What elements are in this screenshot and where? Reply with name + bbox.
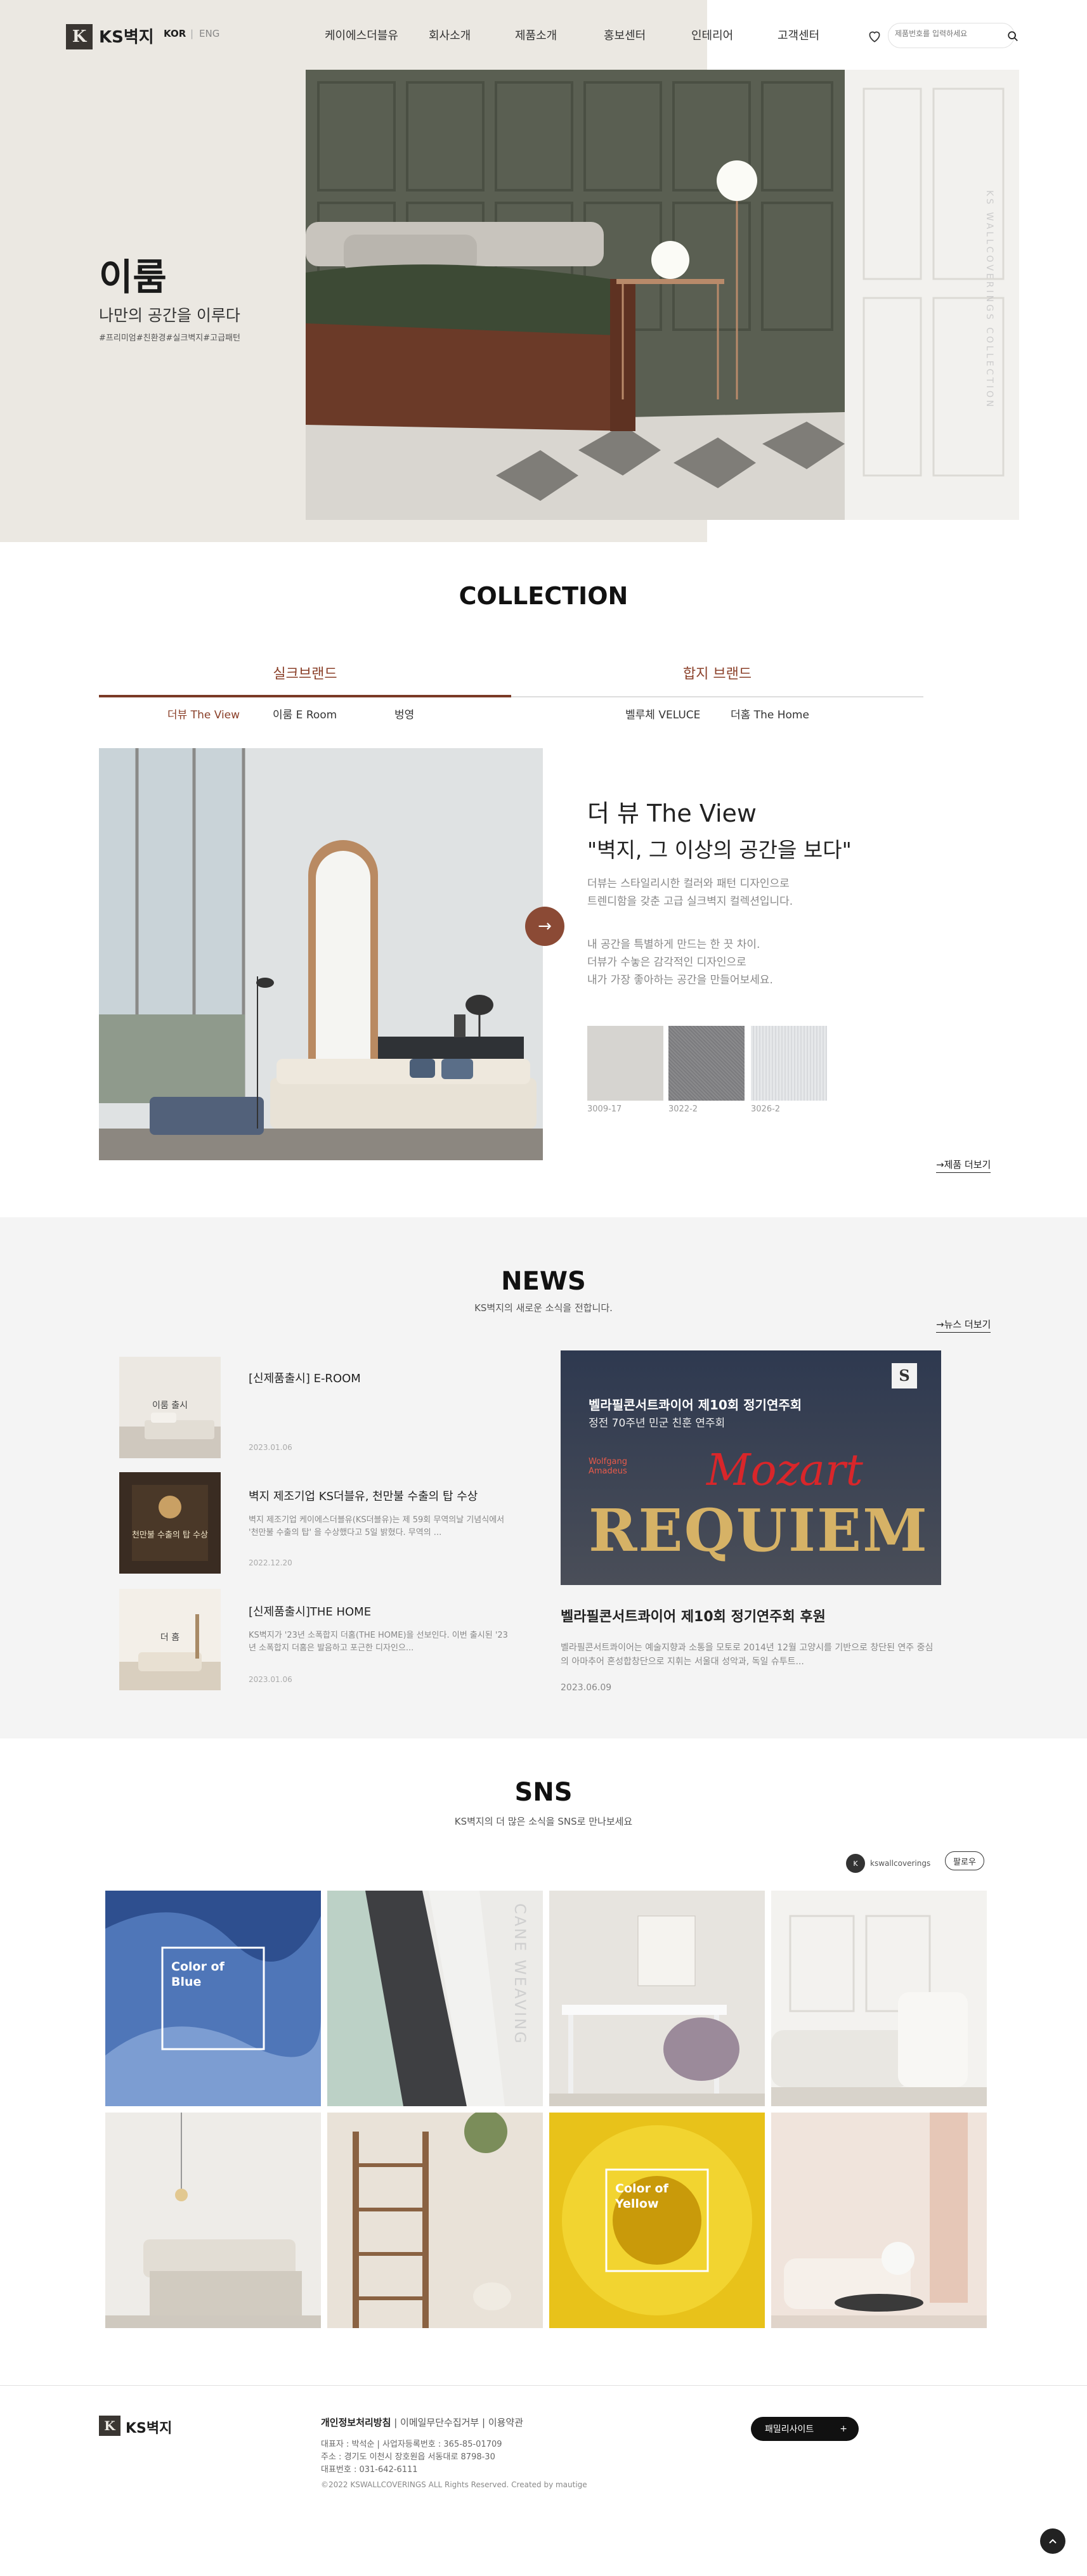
subtab-the-home[interactable]: 더홈 The Home xyxy=(731,706,809,722)
sns-post[interactable]: Color of Blue xyxy=(105,1891,321,2106)
nav-item-company[interactable]: 회사소개 xyxy=(429,27,471,43)
subtab-byeongyeong[interactable]: 벙영 xyxy=(394,706,414,722)
product-description: 더뷰는 스타일리시한 컬러와 패턴 디자인으로 트렌디함을 갖춘 고급 실크벽지 … xyxy=(587,877,793,908)
sns-post[interactable] xyxy=(771,2113,987,2328)
sns-post[interactable]: CANE WEAVING xyxy=(327,1891,543,2106)
product-slogan: "벽지, 그 이상의 공간을 보다" xyxy=(587,838,852,862)
feature-news-date: 2023.06.09 xyxy=(561,1683,612,1693)
footer-logo-text[interactable]: KS벽지 xyxy=(126,2417,172,2437)
sns-handle[interactable]: kswallcoverings xyxy=(870,1859,930,1868)
news-item-date: 2023.01.06 xyxy=(249,1675,292,1684)
swatch-label: 3026-2 xyxy=(751,1104,781,1114)
product-title: 더 뷰 The View xyxy=(587,799,757,827)
lang-kor-link[interactable]: KOR xyxy=(164,28,186,39)
terms-link[interactable]: 이용약관 xyxy=(488,2417,523,2428)
subtab-veluce[interactable]: 벨루체 VELUCE xyxy=(625,706,700,722)
tab-paper-brand[interactable]: 합지 브랜드 xyxy=(511,663,923,683)
more-news-link[interactable]: →뉴스 더보기 xyxy=(936,1317,991,1333)
subtab-e-room[interactable]: 이룸 E Room xyxy=(273,706,337,722)
news-thumbnail[interactable]: 더 홈 xyxy=(119,1589,221,1690)
swatch-3009-17[interactable] xyxy=(587,1026,663,1101)
hero-side-text: KS WALLCOVERINGS COLLECTION xyxy=(984,190,994,410)
collection-image xyxy=(99,748,543,1160)
logo-mark[interactable]: K xyxy=(66,24,93,49)
lang-eng-link[interactable]: ENG xyxy=(199,28,219,39)
next-arrow-button[interactable]: → xyxy=(525,907,564,946)
footer-logo-mark[interactable]: K xyxy=(99,2416,120,2436)
hero-tags: #프리미엄#친환경#실크벽지#고급패턴 xyxy=(99,333,240,343)
nav-item-ksw[interactable]: 케이에스더블유 xyxy=(325,27,398,43)
footer-link-separator: | xyxy=(482,2417,488,2428)
swatch-label: 3009-17 xyxy=(587,1104,622,1114)
hero-subtitle: 나만의 공간을 이루다 xyxy=(99,306,240,325)
news-item-title[interactable]: [신제품출시] E-ROOM xyxy=(249,1369,361,1386)
logo-text[interactable]: KS벽지 xyxy=(99,24,154,48)
news-item-title[interactable]: [신제품출시]THE HOME xyxy=(249,1603,371,1619)
swatch-3026-2[interactable] xyxy=(751,1026,827,1101)
footer-info-phone: 대표번호 : 031-642-6111 xyxy=(321,2465,418,2475)
family-site-label: 패밀리사이트 xyxy=(765,2424,814,2435)
nav-item-products[interactable]: 제품소개 xyxy=(515,27,557,43)
news-thumbnail[interactable]: 이룸 출시 xyxy=(119,1357,221,1458)
news-title: NEWS xyxy=(501,1267,586,1296)
sns-post[interactable]: Color of Yellow xyxy=(549,2113,765,2328)
more-products-link[interactable]: →제품 더보기 xyxy=(936,1158,991,1173)
sns-post[interactable] xyxy=(327,2113,543,2328)
email-refusal-link[interactable]: 이메일무단수집거부 xyxy=(400,2417,479,2428)
swatch-3022-2[interactable] xyxy=(668,1026,745,1101)
news-item-date: 2022.12.20 xyxy=(249,1558,292,1567)
footer-info-address: 주소 : 경기도 이천시 장호원읍 서동대로 8798-30 xyxy=(321,2452,495,2462)
sns-title: SNS xyxy=(514,1778,573,1807)
news-item-date: 2023.01.06 xyxy=(249,1443,292,1452)
swatch-label: 3022-2 xyxy=(668,1104,698,1114)
family-site-button[interactable]: 패밀리사이트 + xyxy=(751,2417,859,2441)
sns-avatar[interactable]: K xyxy=(846,1854,865,1873)
nav-item-pr[interactable]: 홍보센터 xyxy=(604,27,646,43)
product-description-2: 내 공간을 특별하게 만드는 한 끗 차이. 더뷰가 수놓은 감각적인 디자인으로… xyxy=(587,938,773,987)
search-field[interactable] xyxy=(888,23,1015,48)
hero-title: 이룸 xyxy=(99,256,167,299)
nav-item-interior[interactable]: 인테리어 xyxy=(691,27,733,43)
footer-copyright: ©2022 KSWALLCOVERINGS ALL Rights Reserve… xyxy=(321,2480,587,2489)
heart-icon[interactable] xyxy=(866,28,883,44)
news-thumbnail[interactable]: 천만불 수출의 탑 수상 xyxy=(119,1472,221,1574)
news-subtitle: KS벽지의 새로운 소식을 전합니다. xyxy=(474,1302,613,1314)
footer-info-ceo: 대표자 : 박석순 | 사업자등록번호 : 365-85-01709 xyxy=(321,2440,502,2449)
tab-active-indicator xyxy=(99,695,511,697)
subtab-the-view[interactable]: 더뷰 The View xyxy=(167,706,240,722)
footer-link-separator: | xyxy=(394,2417,401,2428)
news-item-desc: KS벽지가 '23년 소폭합지 더홈(THE HOME)을 선보인다. 이번 출… xyxy=(249,1631,508,1653)
feature-news-title[interactable]: 벨라필콘서트콰이어 제10회 정기연주회 후원 xyxy=(561,1605,826,1626)
sns-subtitle: KS벽지의 더 많은 소식을 SNS로 만나보세요 xyxy=(454,1816,633,1827)
plus-icon: + xyxy=(840,2424,847,2434)
chevron-up-icon xyxy=(1049,2539,1057,2544)
footer-divider xyxy=(0,2385,1087,2386)
sns-post[interactable] xyxy=(549,1891,765,2106)
news-feature-image[interactable]: S 벨라필콘서트콰이어 제10회 정기연주회 정전 70주년 민군 친훈 연주회… xyxy=(561,1350,941,1585)
tab-silk-brand[interactable]: 실크브랜드 xyxy=(99,663,511,683)
svg-text:S: S xyxy=(899,1366,909,1385)
sns-post[interactable] xyxy=(105,2113,321,2328)
footer-links: 개인정보처리방침 | 이메일무단수집거부 | 이용약관 xyxy=(321,2416,523,2429)
search-input[interactable] xyxy=(895,29,990,38)
hero-image xyxy=(306,70,1019,520)
feature-news-desc: 벨라필콘서트콰이어는 예술지향과 소통을 모토로 2014년 12월 고양시를 … xyxy=(561,1643,934,1667)
privacy-policy-link[interactable]: 개인정보처리방침 xyxy=(321,2417,391,2428)
scroll-top-button[interactable] xyxy=(1040,2528,1065,2554)
nav-item-support[interactable]: 고객센터 xyxy=(778,27,819,43)
collection-title: COLLECTION xyxy=(459,582,628,610)
sns-post[interactable] xyxy=(771,1891,987,2106)
search-icon[interactable] xyxy=(1007,30,1019,42)
follow-button[interactable]: 팔로우 xyxy=(945,1851,984,1870)
news-item-title[interactable]: 벽지 제조기업 KS더블유, 천만불 수출의 탑 수상 xyxy=(249,1487,478,1504)
lang-separator: | xyxy=(190,28,194,39)
arrow-right-icon: → xyxy=(538,917,552,936)
news-item-desc: 벽지 제조기업 케이에스더블유(KS더블유)는 제 59회 무역의날 기념식에서… xyxy=(249,1515,505,1537)
